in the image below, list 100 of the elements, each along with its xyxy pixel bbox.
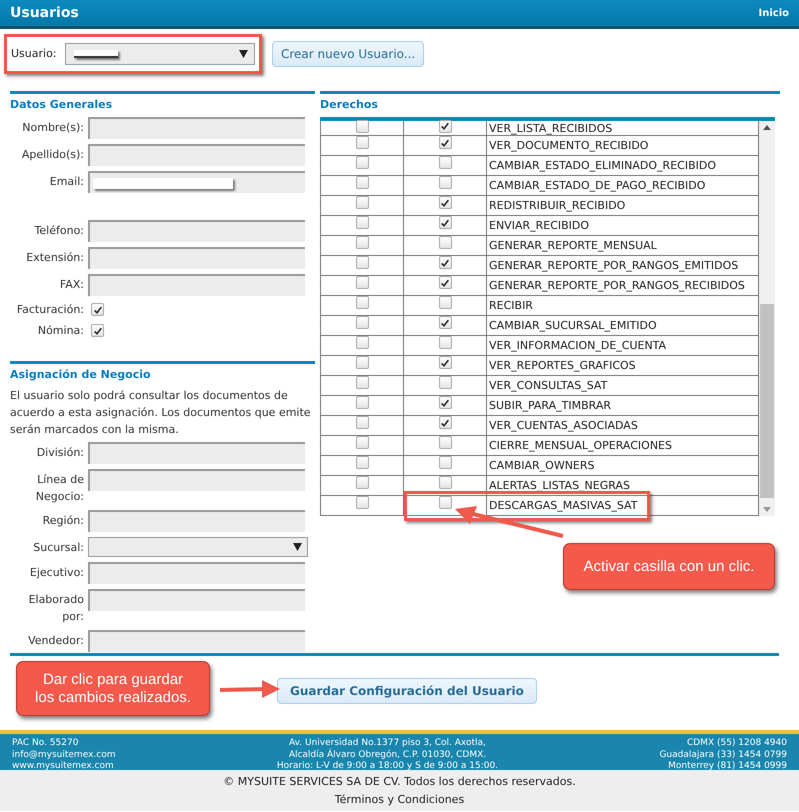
checkbox[interactable] (356, 316, 368, 329)
table-cell-text: CAMBIAR_ESTADO_ELIMINADO_RECIBIDO (488, 158, 717, 174)
checkbox[interactable] (438, 256, 452, 269)
checkbox[interactable] (356, 156, 368, 169)
footer-text: Horario: L-V de 9:00 a 18:00 y S de 9:00 a 15:00. (276, 761, 498, 772)
checkbox[interactable] (356, 336, 368, 349)
table-cell-text: GENERAR_REPORTE_POR_RANGOS_RECIBIDOS (488, 278, 746, 294)
field-label: Nombre(s): (21, 120, 84, 136)
checkbox[interactable] (356, 136, 368, 149)
footer-text: www.mysuitemex.com (12, 761, 115, 772)
checkbox[interactable] (438, 356, 452, 369)
checkbox[interactable] (356, 396, 368, 409)
footer-text: Monterrey (81) 1454 0999 (668, 761, 787, 772)
text-field[interactable] (88, 442, 305, 464)
checkbox[interactable] (356, 120, 368, 132)
checkbox[interactable] (438, 476, 452, 489)
text-field[interactable] (88, 247, 305, 269)
table-cell-text: VER_DOCUMENTO_RECIBIDO (488, 138, 650, 154)
page-title: Usuarios (10, 5, 79, 21)
checkbox[interactable] (356, 376, 368, 389)
checkbox[interactable] (356, 276, 368, 289)
checkbox[interactable] (356, 236, 368, 249)
field-label: Extensión: (25, 250, 84, 266)
table-cell-text: VER_CONSULTAS_SAT (488, 378, 608, 394)
checkbox[interactable] (438, 336, 452, 349)
checkbox[interactable] (438, 196, 452, 209)
create-user-button[interactable]: Crear nuevo Usuario... (272, 40, 424, 66)
table-cell-text: GENERAR_REPORTE_MENSUAL (488, 238, 658, 254)
scroll-down-icon[interactable] (763, 507, 771, 512)
checkbox[interactable] (438, 216, 452, 229)
checkbox[interactable] (356, 296, 368, 309)
text-field[interactable] (88, 630, 305, 652)
checkbox[interactable] (438, 316, 452, 329)
field-label: Región: (42, 513, 84, 529)
checkbox[interactable] (438, 456, 452, 469)
table-cell-text: GENERAR_REPORTE_POR_RANGOS_EMITIDOS (488, 258, 740, 274)
text-field[interactable] (88, 144, 305, 166)
field-label: Elaborado por: (28, 592, 84, 625)
text-field[interactable] (88, 562, 305, 584)
checkbox[interactable] (438, 120, 452, 132)
scrollbar-thumb[interactable] (760, 304, 774, 498)
text-field[interactable] (88, 510, 305, 532)
field-label: Teléfono: (34, 223, 84, 239)
select-field[interactable] (88, 537, 308, 557)
table-cell-text: CAMBIAR_SUCURSAL_EMITIDO (488, 318, 658, 334)
terms-link[interactable]: Términos y Condiciones (334, 793, 464, 806)
checkbox[interactable] (438, 276, 452, 289)
field-label: Apellido(s): (20, 147, 84, 163)
checkbox[interactable] (438, 176, 452, 189)
checkbox[interactable] (438, 416, 452, 429)
footer-text: CDMX (55) 1208 4940 (686, 738, 787, 750)
scrollbar[interactable] (759, 121, 775, 516)
checkbox[interactable] (356, 196, 368, 209)
text-field[interactable] (88, 220, 305, 242)
field-label: Vendedor: (27, 633, 84, 649)
checkbox[interactable] (438, 156, 452, 169)
field-label: Facturación: (16, 302, 84, 318)
text-field[interactable] (88, 117, 305, 139)
section-description: El usuario solo podrá consultar los documentos de acuerdo a esta asignación. Los documentos que emite serán marcados con la misma. (10, 388, 312, 438)
caret-icon (293, 543, 302, 551)
checkbox[interactable] (438, 436, 452, 449)
field-label: Línea de Negocio: (34, 472, 84, 505)
checkbox[interactable] (356, 256, 368, 269)
section-title: Derechos (320, 98, 379, 111)
table-cell-text: CIERRE_MENSUAL_OPERACIONES (488, 438, 673, 454)
home-link[interactable]: Inicio (758, 8, 789, 18)
checkbox[interactable] (91, 324, 104, 337)
checkbox[interactable] (438, 496, 452, 509)
checkbox[interactable] (91, 303, 104, 316)
table-cell-text: CAMBIAR_OWNERS (488, 458, 596, 474)
text-field[interactable] (88, 589, 305, 611)
checkbox[interactable] (356, 436, 368, 449)
copyright-text: © MYSUITE SERVICES SA DE CV. Todos los derechos reservados. (223, 775, 576, 788)
checkbox[interactable] (356, 496, 368, 509)
checkbox[interactable] (438, 236, 452, 249)
email-field[interactable] (88, 171, 305, 193)
redaction-bar (74, 50, 118, 58)
scroll-up-icon[interactable] (763, 125, 771, 130)
text-field[interactable] (88, 274, 305, 296)
section-title: Datos Generales (10, 98, 114, 111)
checkbox[interactable] (356, 216, 368, 229)
save-button[interactable]: Guardar Configuración del Usuario (277, 678, 537, 704)
checkbox[interactable] (356, 476, 368, 489)
checkbox[interactable] (438, 296, 452, 309)
table-cell-text: DESCARGAS_MASIVAS_SAT (488, 498, 638, 514)
checkbox[interactable] (356, 456, 368, 469)
checkbox[interactable] (438, 376, 452, 389)
checkbox[interactable] (356, 416, 368, 429)
field-label: Nómina: (36, 323, 84, 339)
footer-text: Av. Universidad No.1377 piso 3, Col. Axotla, (289, 738, 486, 748)
field-label: FAX: (58, 277, 84, 293)
checkbox[interactable] (438, 396, 452, 409)
user-select[interactable] (64, 42, 255, 64)
table-cell-text: REDISTRIBUIR_RECIBIDO (488, 198, 626, 214)
checkbox[interactable] (438, 136, 452, 149)
checkbox[interactable] (356, 356, 368, 369)
checkbox[interactable] (356, 176, 368, 189)
table-cell-text: SUBIR_PARA_TIMBRAR (488, 398, 612, 414)
callout-note: Dar clic para guardar los cambios realizados. (16, 661, 210, 716)
text-field[interactable] (88, 469, 305, 491)
